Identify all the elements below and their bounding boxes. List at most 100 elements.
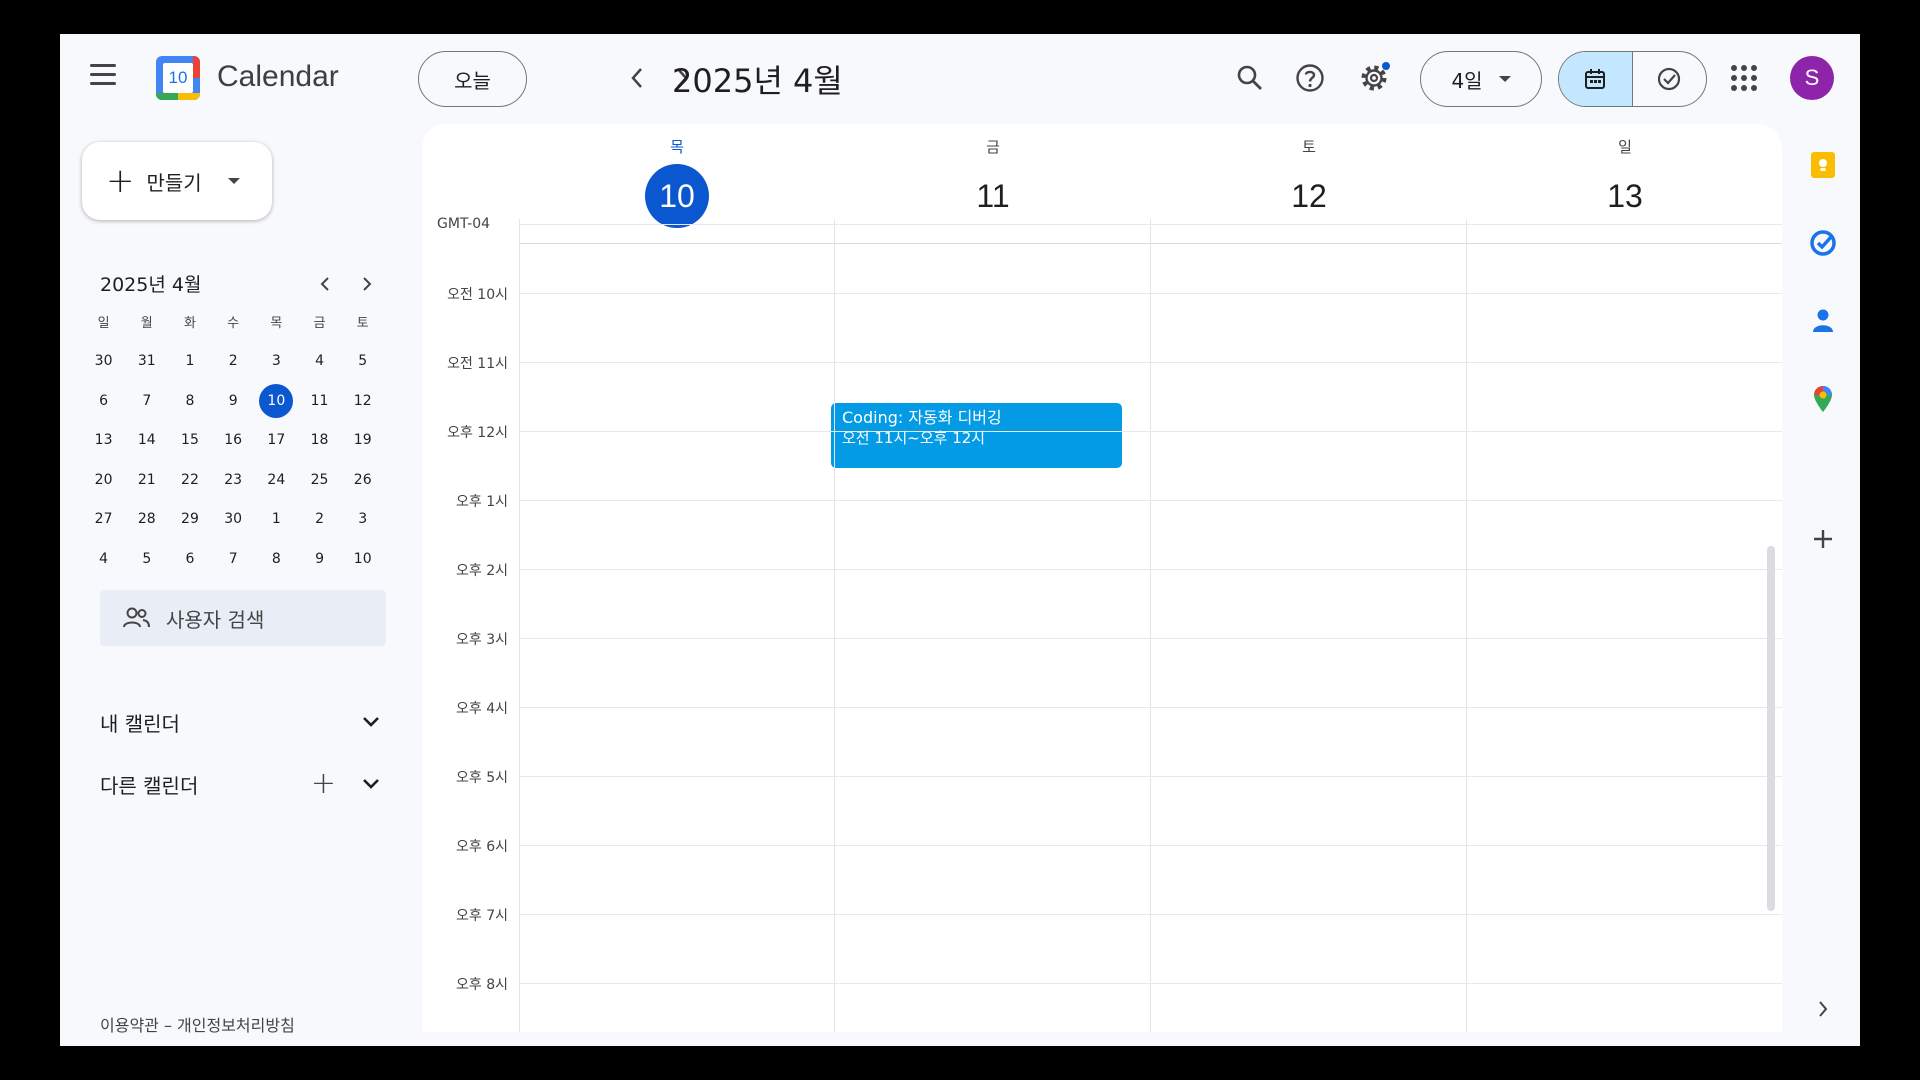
mini-day[interactable]: 27 [82,511,125,527]
mini-day[interactable]: 20 [82,472,125,488]
mini-day[interactable]: 29 [168,511,211,527]
calendar-logo-icon[interactable]: 10 [156,56,200,100]
calendar-event[interactable]: Coding: 자동화 디버깅 오전 11시~오후 12시 [831,403,1122,468]
other-calendars-section[interactable]: 다른 캘린더 + [100,764,390,804]
mini-calendar-grid: 일 월 화 수 목 금 토 30 31 1 2 3 4 5 6 7 8 9 10 11 12 13 14 15 16 17 18 19… [82,302,386,579]
mini-day[interactable]: 12 [341,393,384,409]
hour-label: 오전 10시 [447,287,508,303]
mini-week-row: 13 14 15 16 17 18 19 [82,421,386,461]
chevron-right-icon [363,277,372,291]
mini-day[interactable]: 21 [125,472,168,488]
mini-day[interactable]: 7 [212,551,255,567]
create-button[interactable]: + 만들기 [82,142,272,220]
mini-day[interactable]: 7 [125,393,168,409]
mini-day[interactable]: 2 [298,511,341,527]
mini-week-row: 4 5 6 7 8 9 10 [82,539,386,579]
caret-down-icon [1498,76,1511,82]
add-calendar-icon[interactable]: + [311,766,336,801]
tasks-icon[interactable] [1806,226,1840,260]
day-number[interactable]: 12 [1277,164,1341,228]
my-calendars-section[interactable]: 내 캘린더 [100,702,390,742]
mini-day[interactable]: 19 [341,432,384,448]
contacts-icon[interactable] [1806,304,1840,338]
keep-icon[interactable] [1806,148,1840,182]
mini-day[interactable]: 11 [298,393,341,409]
logo-day: 10 [163,63,193,93]
mini-day[interactable]: 17 [255,432,298,448]
maps-icon[interactable] [1806,382,1840,416]
mini-day[interactable]: 10 [341,551,384,567]
mini-week-row: 27 28 29 30 1 2 3 [82,500,386,540]
day-of-week: 일 [1618,138,1632,156]
google-apps-icon[interactable] [1724,58,1764,98]
app-title[interactable]: Calendar [217,60,339,94]
mini-day[interactable]: 1 [168,353,211,369]
previous-period-button[interactable] [617,58,657,98]
mini-day[interactable]: 24 [255,472,298,488]
today-button[interactable]: 오늘 [418,51,527,107]
help-icon[interactable] [1288,56,1332,100]
scrollbar[interactable] [1767,546,1775,911]
day-header[interactable]: 목 10 [519,124,835,234]
mini-day[interactable]: 23 [212,472,255,488]
mini-day[interactable]: 18 [298,432,341,448]
mini-day[interactable]: 16 [212,432,255,448]
mini-day[interactable]: 25 [298,472,341,488]
mini-prev-month-button[interactable] [310,269,340,299]
mini-day[interactable]: 30 [212,511,255,527]
day-number[interactable]: 13 [1593,164,1657,228]
mini-day[interactable]: 14 [125,432,168,448]
mini-day[interactable]: 3 [341,511,384,527]
mini-day[interactable]: 28 [125,511,168,527]
mini-weekday-row: 일월화수목금토 [82,302,386,342]
event-title: Coding: 자동화 디버깅 [842,408,1002,427]
view-selector[interactable]: 4일 [1420,51,1542,107]
hour-gridline [519,293,1782,294]
people-search-field[interactable]: 사용자 검색 [100,590,386,646]
search-icon[interactable] [1228,56,1272,100]
mini-day[interactable]: 13 [82,432,125,448]
mini-day[interactable]: 8 [168,393,211,409]
hour-gridline [519,914,1782,915]
mini-day[interactable]: 5 [341,353,384,369]
mini-day[interactable]: 31 [125,353,168,369]
expand-side-panel-icon[interactable] [1806,992,1840,1026]
add-addon-icon[interactable] [1806,522,1840,556]
day-of-week: 금 [986,138,1000,156]
caret-down-icon [227,178,240,184]
account-avatar[interactable]: S [1790,56,1834,100]
mini-day[interactable]: 6 [82,393,125,409]
tasks-view-toggle[interactable] [1633,52,1707,106]
mini-weekday: 화 [183,316,196,332]
mini-day[interactable]: 5 [125,551,168,567]
mini-next-month-button[interactable] [352,269,382,299]
mini-day[interactable]: 9 [212,393,255,409]
mini-day[interactable]: 9 [298,551,341,567]
mini-day[interactable]: 30 [82,353,125,369]
day-number[interactable]: 11 [961,164,1025,228]
settings-gear-icon[interactable] [1352,56,1396,100]
mini-day[interactable]: 3 [255,353,298,369]
day-of-week: 토 [1302,138,1316,156]
mini-day[interactable]: 4 [298,353,341,369]
calendar-view-toggle[interactable] [1559,52,1633,106]
mini-weekday: 수 [227,316,240,332]
mini-day[interactable]: 15 [168,432,211,448]
mini-day[interactable]: 22 [168,472,211,488]
hour-gridline [519,362,1782,363]
mini-day[interactable]: 4 [82,551,125,567]
main-menu-icon[interactable] [90,58,122,90]
mini-day[interactable]: 1 [255,511,298,527]
mini-day[interactable]: 26 [341,472,384,488]
day-header[interactable]: 일 13 [1467,124,1782,234]
mini-day[interactable]: 6 [168,551,211,567]
day-header[interactable]: 토 12 [1151,124,1467,234]
day-column-divider [834,219,835,1032]
footer-links[interactable]: 이용약관 – 개인정보처리방침 [100,1012,295,1036]
day-number[interactable]: 10 [645,164,709,228]
day-header[interactable]: 금 11 [835,124,1151,234]
mini-day[interactable]: 10 [259,383,294,418]
mini-weekday: 월 [140,316,153,332]
mini-day[interactable]: 2 [212,353,255,369]
mini-day[interactable]: 8 [255,551,298,567]
